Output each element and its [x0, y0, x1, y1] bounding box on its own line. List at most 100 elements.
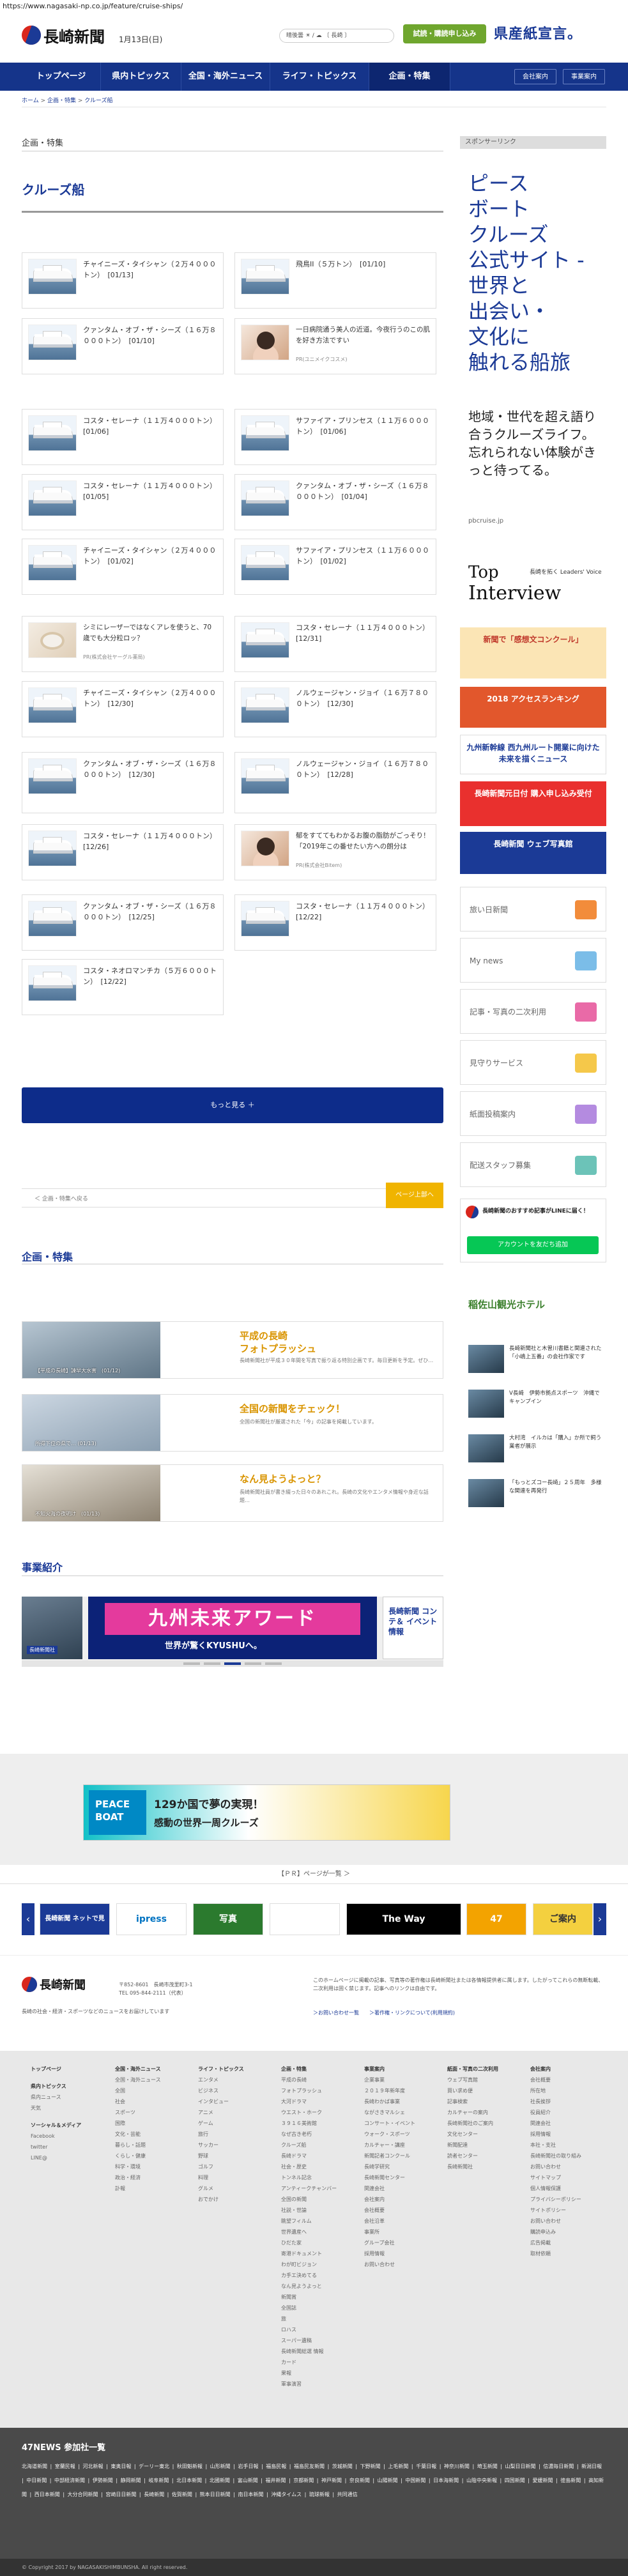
sitemap-link[interactable]: ２０１９年新年度 [364, 2085, 415, 2096]
feature-image[interactable]: 所得下位の県で… (01/13) [22, 1395, 160, 1451]
sitemap-link[interactable]: サイトマップ [530, 2172, 581, 2183]
article-card[interactable]: コスタ・セレーナ（１１万４０００トン） [01/06] [22, 409, 224, 465]
article-title[interactable]: 飛鳥II（５万トン） [01/10] [296, 259, 431, 270]
article-title[interactable]: チャイニーズ・タイシャン（２万４０００トン） [01/13] [83, 259, 218, 280]
feature-card[interactable]: 所得下位の県で… (01/13) 全国の新聞をチェック！ 全国の新聞社が厳選された「… [22, 1394, 443, 1452]
sidebar-news-item[interactable]: 大村湾 イルカは「購入」か所で飼う 業者が展示 [468, 1434, 607, 1473]
feature-image[interactable]: 不知火海の夜明け (01/13) [22, 1465, 160, 1521]
sitemap-link[interactable]: インタビュー [198, 2096, 244, 2107]
sitemap-link[interactable]: 全国 [115, 2085, 161, 2096]
sitemap-link[interactable]: 読者センター [447, 2150, 498, 2161]
sitemap-link[interactable]: 買い求め便 [447, 2085, 498, 2096]
sitemap-link[interactable]: 長崎新聞総選 情報 [281, 2346, 337, 2357]
sidebar-service-button[interactable]: 旅い日新聞 [460, 887, 606, 931]
sitemap-link[interactable]: 会社概要 [530, 2074, 581, 2085]
sitemap-link[interactable]: 社長挨拶 [530, 2096, 581, 2107]
sitemap-link[interactable]: 長崎新聞センター [364, 2172, 415, 2183]
interview-banner[interactable]: Top 長崎を拓く Leaders' Voice Interview [468, 562, 602, 613]
article-title[interactable]: コスタ・セレーナ（１１万４０００トン） [01/05] [83, 480, 220, 502]
trial-subscribe-button[interactable]: 試読・購読申し込み [403, 24, 486, 43]
sitemap-link[interactable]: 寄港ドキュメント [281, 2248, 337, 2259]
cruise-ship-thumbnail[interactable] [241, 758, 289, 794]
article-title[interactable]: コスタ・セレーナ（１１万４０００トン） [12/22] [296, 901, 433, 923]
slide-right[interactable]: 長崎新聞 コンテ＆ イベント情報 [383, 1597, 443, 1659]
article-card[interactable]: 郁をすててもわかるお腹の脂肪がごっそり！「2019年この番せたい方への朗分は PR… [234, 824, 436, 880]
sitemap-heading[interactable]: 全国・海外ニュース [115, 2064, 161, 2074]
sitemap-heading[interactable]: 事業案内 [364, 2064, 415, 2074]
sitemap-link[interactable]: くらし・健康 [115, 2150, 161, 2161]
article-card[interactable]: コスタ・セレーナ（１１万４０００トン） [12/22] [234, 894, 436, 951]
sitemap-link[interactable]: 広告掲載 [530, 2237, 581, 2248]
sitemap-link[interactable]: 全国・海外ニュース [115, 2074, 161, 2085]
sidebar-banner[interactable]: 2018 アクセスランキング [460, 687, 606, 728]
sitemap-link[interactable]: アンティークチャンバー [281, 2183, 337, 2194]
sitemap-link[interactable]: 記事検索 [447, 2096, 498, 2107]
cruise-ship-thumbnail[interactable] [28, 965, 77, 1001]
sitemap-link[interactable]: 世界遺産へ [281, 2227, 337, 2237]
breadcrumb-item[interactable]: ホーム [22, 98, 39, 104]
sidebar-service-button[interactable]: 記事・写真の二次利用 [460, 989, 606, 1034]
sitemap-link[interactable]: カルチャーの案内 [447, 2107, 498, 2118]
nav-item[interactable]: ライフ・トピックス [270, 63, 369, 91]
sitemap-link[interactable]: ビジネス [198, 2085, 244, 2096]
line-add-friend-button[interactable]: アカウントを友だち追加 [467, 1236, 599, 1254]
nav-item[interactable]: 全国・海外ニュース [181, 63, 270, 91]
article-card[interactable]: クァンタム・オブ・ザ・シーズ（１６万８０００トン） [01/04] [234, 474, 436, 530]
sitemap-link[interactable]: お問い合わせ [364, 2259, 415, 2270]
feature-card[interactable]: 【平成の長崎】諫早大水害 (01/12) 平成の長崎 フォトプラッシュ 長崎新聞社が平… [22, 1321, 443, 1379]
sitemap-link[interactable]: おでかけ [198, 2194, 244, 2205]
sitemap-link[interactable]: なん見ようよっと [281, 2281, 337, 2292]
sitemap-link[interactable]: ゴルフ [198, 2161, 244, 2172]
breadcrumb-item[interactable]: 企画・特集 [47, 98, 76, 104]
sitemap-link[interactable]: 事業所 [364, 2227, 415, 2237]
sitemap-link[interactable]: お問い合わせ [530, 2216, 581, 2227]
article-card[interactable]: チャイニーズ・タイシャン（２万４０００トン） [12/30] [22, 681, 224, 737]
sitemap-link[interactable]: ウエスト・ホーク [281, 2107, 337, 2118]
sitemap-link[interactable]: 役員紹介 [530, 2107, 581, 2118]
sitemap-link[interactable]: ウェブ写真館 [447, 2074, 498, 2085]
sitemap-link[interactable]: twitter [31, 2142, 81, 2152]
sitemap-link[interactable]: 文化センター [447, 2129, 498, 2140]
sitemap-link[interactable]: 採用情報 [530, 2129, 581, 2140]
sidebar-news-title[interactable]: V長崎 伊勢市拠点スポーツ 沖縄でキャンプイン [509, 1390, 602, 1406]
article-title[interactable]: クァンタム・オブ・ザ・シーズ（１６万８０００トン） [01/04] [296, 480, 431, 502]
sitemap-link[interactable]: 長崎わかば事業 [364, 2096, 415, 2107]
sitemap-link[interactable]: カルチャー・講座 [364, 2140, 415, 2150]
slide-left[interactable]: 長崎新聞社 [22, 1597, 82, 1659]
partner-logo[interactable] [270, 1903, 340, 1935]
sidebar-news-item[interactable]: V長崎 伊勢市拠点スポーツ 沖縄でキャンプイン [468, 1390, 602, 1428]
slider-dot[interactable] [265, 1662, 282, 1665]
pr-thumbnail[interactable] [28, 622, 77, 658]
sitemap-heading[interactable]: 会社案内 [530, 2064, 581, 2074]
sidebar-news-title[interactable]: 「もっとズコー長崎」２５周年 多様な関連を再発行 [509, 1479, 602, 1496]
sitemap-link[interactable]: スポーツ [115, 2107, 161, 2118]
sitemap-link[interactable]: 料理 [198, 2172, 244, 2183]
sitemap-link[interactable]: 旅 [281, 2313, 337, 2324]
cruise-ship-thumbnail[interactable] [28, 545, 77, 581]
article-title[interactable]: チャイニーズ・タイシャン（２万４０００トン） [01/02] [83, 545, 218, 567]
article-card[interactable]: コスタ・セレーナ（１１万４０００トン） [12/26] [22, 824, 224, 880]
partner-logo[interactable]: 長崎新聞 ネットで見 [40, 1903, 110, 1935]
sitemap-link[interactable]: 暮らし・話題 [115, 2140, 161, 2150]
article-card[interactable]: クァンタム・オブ・ザ・シーズ（１６万８０００トン） [12/25] [22, 894, 224, 951]
sitemap-link[interactable]: 企業事業 [364, 2074, 415, 2085]
slider-dot[interactable] [183, 1662, 200, 1665]
article-title[interactable]: クァンタム・オブ・ザ・シーズ（１６万８０００トン） [01/10] [83, 325, 218, 346]
article-title[interactable]: クァンタム・オブ・ザ・シーズ（１６万８０００トン） [12/25] [83, 901, 218, 923]
sidebar-ad-sub[interactable]: 地域・世代を超え語り合うクルーズライフ。忘れられない体験がきっと待ってる。 [468, 408, 602, 479]
nav-item[interactable]: 県内トピックス [101, 63, 181, 91]
sitemap-link[interactable]: 関連会社 [364, 2183, 415, 2194]
article-card[interactable]: サファイア・プリンセス（１１万６０００トン） [01/06] [234, 409, 436, 465]
sitemap-link[interactable]: サイトポリシー [530, 2205, 581, 2216]
article-card[interactable]: 飛鳥II（５万トン） [01/10] [234, 252, 436, 309]
sitemap-heading[interactable]: 紙面・写真の二次利用 [447, 2064, 498, 2074]
sitemap-link[interactable]: 全国の新聞 [281, 2194, 337, 2205]
cruise-ship-thumbnail[interactable] [241, 259, 289, 295]
cruise-ship-thumbnail[interactable] [28, 415, 77, 451]
sitemap-link[interactable]: 訃報 [115, 2183, 161, 2194]
sitemap-link[interactable]: LINE@ [31, 2152, 81, 2163]
sidebar-banner[interactable]: 九州新幹線 西九州ルート開業に向けた未来を描くニュース [460, 735, 606, 774]
partner-logo[interactable]: 写真 [193, 1903, 263, 1935]
article-title[interactable]: ノルウェージャン・ジョイ（１６万７８００トン） [12/30] [296, 687, 431, 709]
sitemap-link[interactable]: 平成の長崎 [281, 2074, 337, 2085]
